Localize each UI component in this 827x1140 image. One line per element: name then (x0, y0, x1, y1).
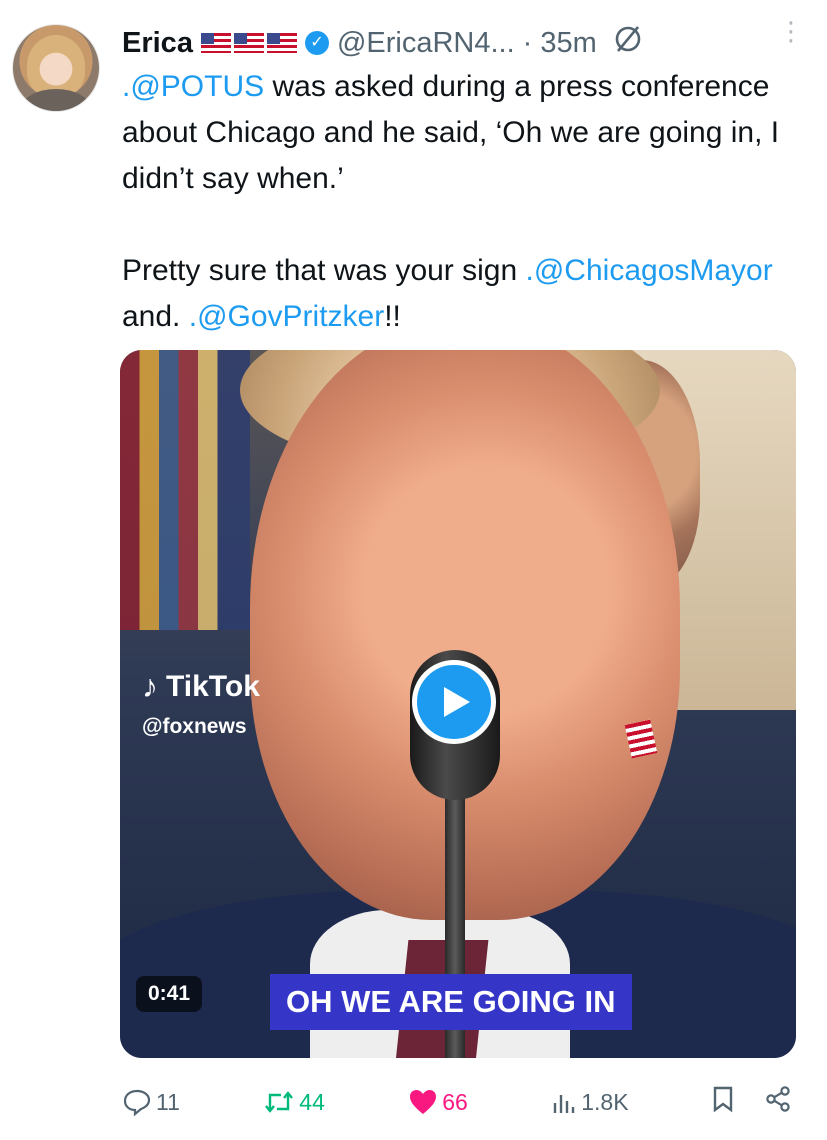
tweet-actions-right (712, 1085, 792, 1119)
tweet-header: Erica ✓ @EricaRN4... · 35m ⋮ (122, 18, 804, 64)
reply-count: 11 (156, 1088, 180, 1115)
views-button[interactable]: 1.8K (551, 1088, 629, 1116)
like-button[interactable]: 66 (408, 1088, 468, 1116)
play-button[interactable] (412, 660, 496, 744)
retweet-button[interactable]: 44 (263, 1088, 325, 1116)
mention-chicagos-mayor[interactable]: .@ChicagosMayor (526, 254, 773, 287)
share-button[interactable] (764, 1085, 792, 1119)
tweet-paragraph-2: Pretty sure that was your sign .@Chicago… (122, 248, 802, 340)
avatar-shoulders (21, 89, 91, 111)
tweet-paragraph-1: .@POTUS was asked during a press confere… (122, 64, 802, 202)
us-flag-icon (200, 33, 231, 53)
tiktok-watermark: ♪ TikTok @foxnews (142, 668, 260, 739)
avatar-face (27, 35, 85, 97)
heart-icon (410, 1090, 437, 1114)
video-player[interactable]: ♪ TikTok @foxnews 0:41 OH WE ARE GOING I… (120, 350, 796, 1058)
video-duration: 0:41 (136, 976, 203, 1012)
retweet-count: 44 (299, 1088, 325, 1115)
like-count: 66 (442, 1088, 468, 1115)
play-icon (444, 687, 470, 717)
retweet-icon (265, 1091, 294, 1113)
tiktok-note-icon: ♪ (142, 668, 158, 704)
flag-emojis (200, 33, 297, 53)
views-count: 1.8K (581, 1088, 629, 1115)
more-options-icon[interactable]: ⋮ (778, 18, 804, 44)
mention-gov-pritzker[interactable]: .@GovPritzker (189, 300, 384, 333)
tweet-actions: 11 44 66 1.8K (122, 1082, 792, 1122)
tiktok-handle: @foxnews (142, 715, 247, 738)
grok-icon[interactable] (613, 24, 643, 62)
us-flag-icon (266, 33, 297, 53)
tiktok-brand: TikTok (166, 669, 260, 703)
reply-button[interactable]: 11 (122, 1087, 180, 1117)
tweet-text-3: and. (122, 300, 189, 333)
flags-background (120, 350, 250, 630)
tiktok-logo: ♪ TikTok (142, 668, 260, 705)
bookmark-button[interactable] (712, 1085, 734, 1119)
author-avatar[interactable] (12, 24, 100, 112)
author-name[interactable]: Erica (122, 27, 193, 60)
mention-potus[interactable]: .@POTUS (122, 70, 264, 103)
bookmark-icon (713, 1086, 733, 1113)
separator-dot: · (522, 26, 533, 59)
tweet-text-2: Pretty sure that was your sign (122, 254, 526, 287)
views-chart-icon (554, 1095, 575, 1113)
us-flag-icon (233, 33, 264, 53)
reply-icon (123, 1089, 151, 1117)
video-caption: OH WE ARE GOING IN (270, 974, 632, 1030)
verified-badge-icon: ✓ (304, 31, 329, 55)
share-icon (766, 1086, 790, 1112)
post-time[interactable]: 35m (540, 27, 596, 60)
tweet-text: .@POTUS was asked during a press confere… (122, 64, 802, 340)
tweet-text-4: !! (384, 300, 401, 333)
author-handle[interactable]: @EricaRN4... (337, 27, 515, 60)
